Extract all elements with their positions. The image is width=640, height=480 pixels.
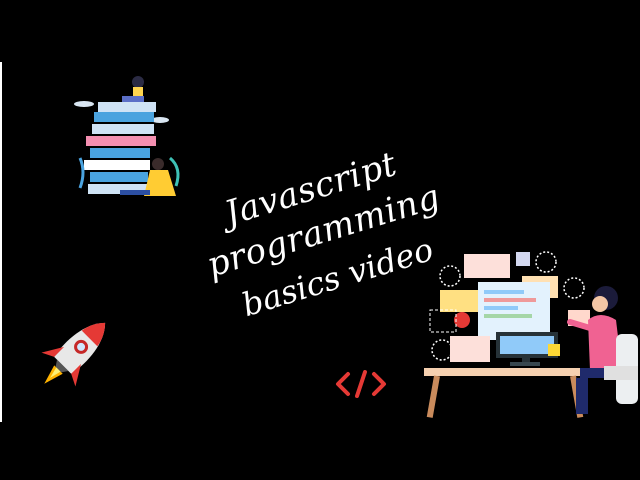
slide-canvas: Javascript programming basics video [0,0,640,480]
rocket-icon [41,322,106,387]
left-edge-line [0,62,2,422]
code-tag-icon [336,370,386,398]
code-tag-illustration [334,370,388,398]
developer-at-desk-illustration [420,248,640,422]
developer-icon [424,251,638,418]
rocket-illustration [26,306,122,402]
